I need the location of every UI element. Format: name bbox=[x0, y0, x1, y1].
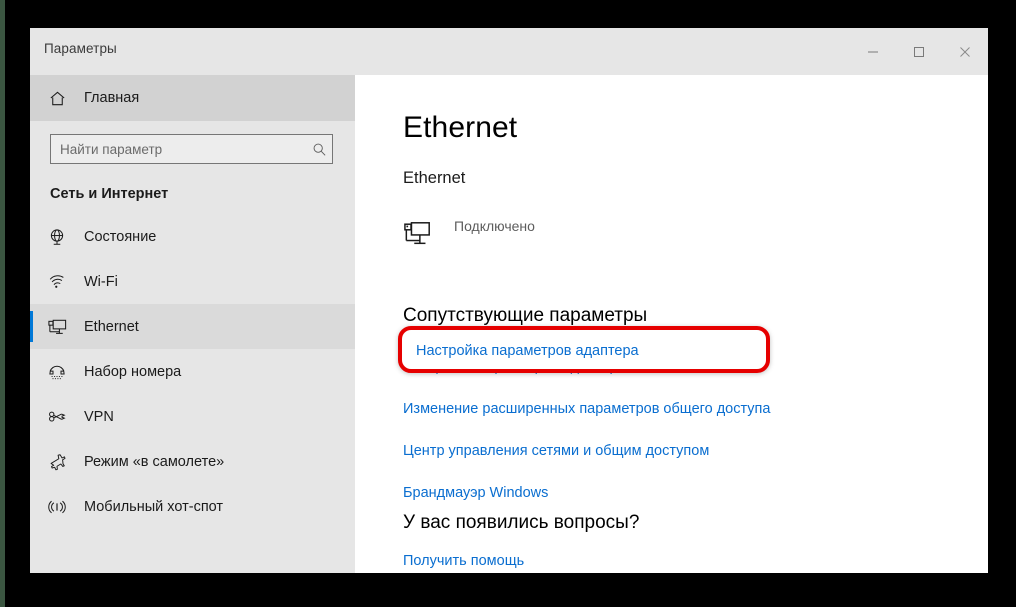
ethernet-adapter-icon bbox=[403, 218, 449, 253]
link-get-help[interactable]: Получить помощь bbox=[403, 553, 524, 569]
home-icon bbox=[30, 89, 84, 108]
sidebar-item-hotspot-label: Мобильный хот-спот bbox=[84, 498, 224, 515]
maximize-button[interactable] bbox=[896, 28, 942, 75]
sidebar-item-vpn-label: VPN bbox=[84, 408, 114, 425]
minimize-icon bbox=[868, 51, 878, 52]
link-network-sharing-center[interactable]: Центр управления сетями и общим доступом bbox=[403, 443, 770, 459]
hotspot-icon bbox=[30, 497, 84, 517]
wifi-icon bbox=[30, 272, 84, 292]
sidebar-nav-list: Состояние Wi-Fi Ethernet Набор номера VP… bbox=[30, 214, 355, 529]
questions-heading: У вас появились вопросы? bbox=[403, 512, 640, 533]
dialup-phone-icon bbox=[30, 362, 84, 382]
minimize-button[interactable] bbox=[850, 28, 896, 75]
sidebar-item-airplane-mode[interactable]: Режим «в самолете» bbox=[30, 439, 355, 484]
sidebar-item-wifi-label: Wi-Fi bbox=[84, 273, 118, 290]
close-button[interactable] bbox=[942, 28, 988, 75]
network-status: Подключено bbox=[454, 218, 535, 234]
window-controls bbox=[850, 28, 988, 75]
vpn-key-icon bbox=[30, 407, 84, 427]
sidebar-item-airplane-mode-label: Режим «в самолете» bbox=[84, 453, 225, 470]
related-settings-links: Настройка параметров адаптера Изменение … bbox=[403, 359, 770, 527]
maximize-icon bbox=[914, 46, 924, 57]
page-title: Ethernet bbox=[403, 111, 518, 144]
section-subheading: Ethernet bbox=[403, 169, 466, 187]
sidebar-item-wifi[interactable]: Wi-Fi bbox=[30, 259, 355, 304]
search-box[interactable] bbox=[50, 134, 333, 164]
sidebar-item-dialup[interactable]: Набор номера bbox=[30, 349, 355, 394]
sidebar-item-dialup-label: Набор номера bbox=[84, 363, 182, 380]
airplane-icon bbox=[30, 452, 84, 472]
sidebar-item-hotspot[interactable]: Мобильный хот-спот bbox=[30, 484, 355, 529]
search-input[interactable] bbox=[51, 141, 306, 157]
settings-window: Параметры Главная Найти параметр Сеть и … bbox=[30, 28, 988, 573]
close-icon bbox=[960, 46, 970, 57]
ethernet-icon bbox=[30, 316, 84, 337]
related-settings-heading: Сопутствующие параметры bbox=[403, 305, 648, 326]
sidebar-item-ethernet-label: Ethernet bbox=[84, 318, 139, 335]
title-bar: Параметры bbox=[30, 28, 988, 75]
sidebar-item-status-label: Состояние bbox=[84, 228, 157, 245]
sidebar-category-title: Сеть и Интернет bbox=[50, 186, 169, 202]
sidebar-item-home-label: Главная bbox=[84, 90, 140, 106]
sidebar-item-ethernet[interactable]: Ethernet bbox=[30, 304, 355, 349]
globe-icon bbox=[30, 227, 84, 247]
window-title: Параметры bbox=[44, 41, 117, 56]
sidebar-item-status[interactable]: Состояние bbox=[30, 214, 355, 259]
highlighted-link-adapter-settings[interactable]: Настройка параметров адаптера bbox=[416, 343, 639, 359]
link-advanced-sharing-settings[interactable]: Изменение расширенных параметров общего … bbox=[403, 401, 770, 417]
content-pane: Ethernet Ethernet Подключено Сопутствующ bbox=[355, 75, 988, 573]
sidebar-item-vpn[interactable]: VPN bbox=[30, 394, 355, 439]
screenshot-left-edge-strip bbox=[0, 0, 5, 607]
network-adapter-entry[interactable]: Подключено bbox=[403, 218, 535, 253]
sidebar-item-home[interactable]: Главная bbox=[30, 75, 355, 121]
search-icon[interactable] bbox=[306, 142, 332, 157]
sidebar: Главная Сеть и Интернет bbox=[30, 75, 355, 573]
red-highlight-annotation: Настройка параметров адаптера bbox=[398, 326, 770, 373]
network-adapter-text: Подключено bbox=[449, 218, 535, 236]
link-windows-firewall[interactable]: Брандмауэр Windows bbox=[403, 485, 770, 501]
